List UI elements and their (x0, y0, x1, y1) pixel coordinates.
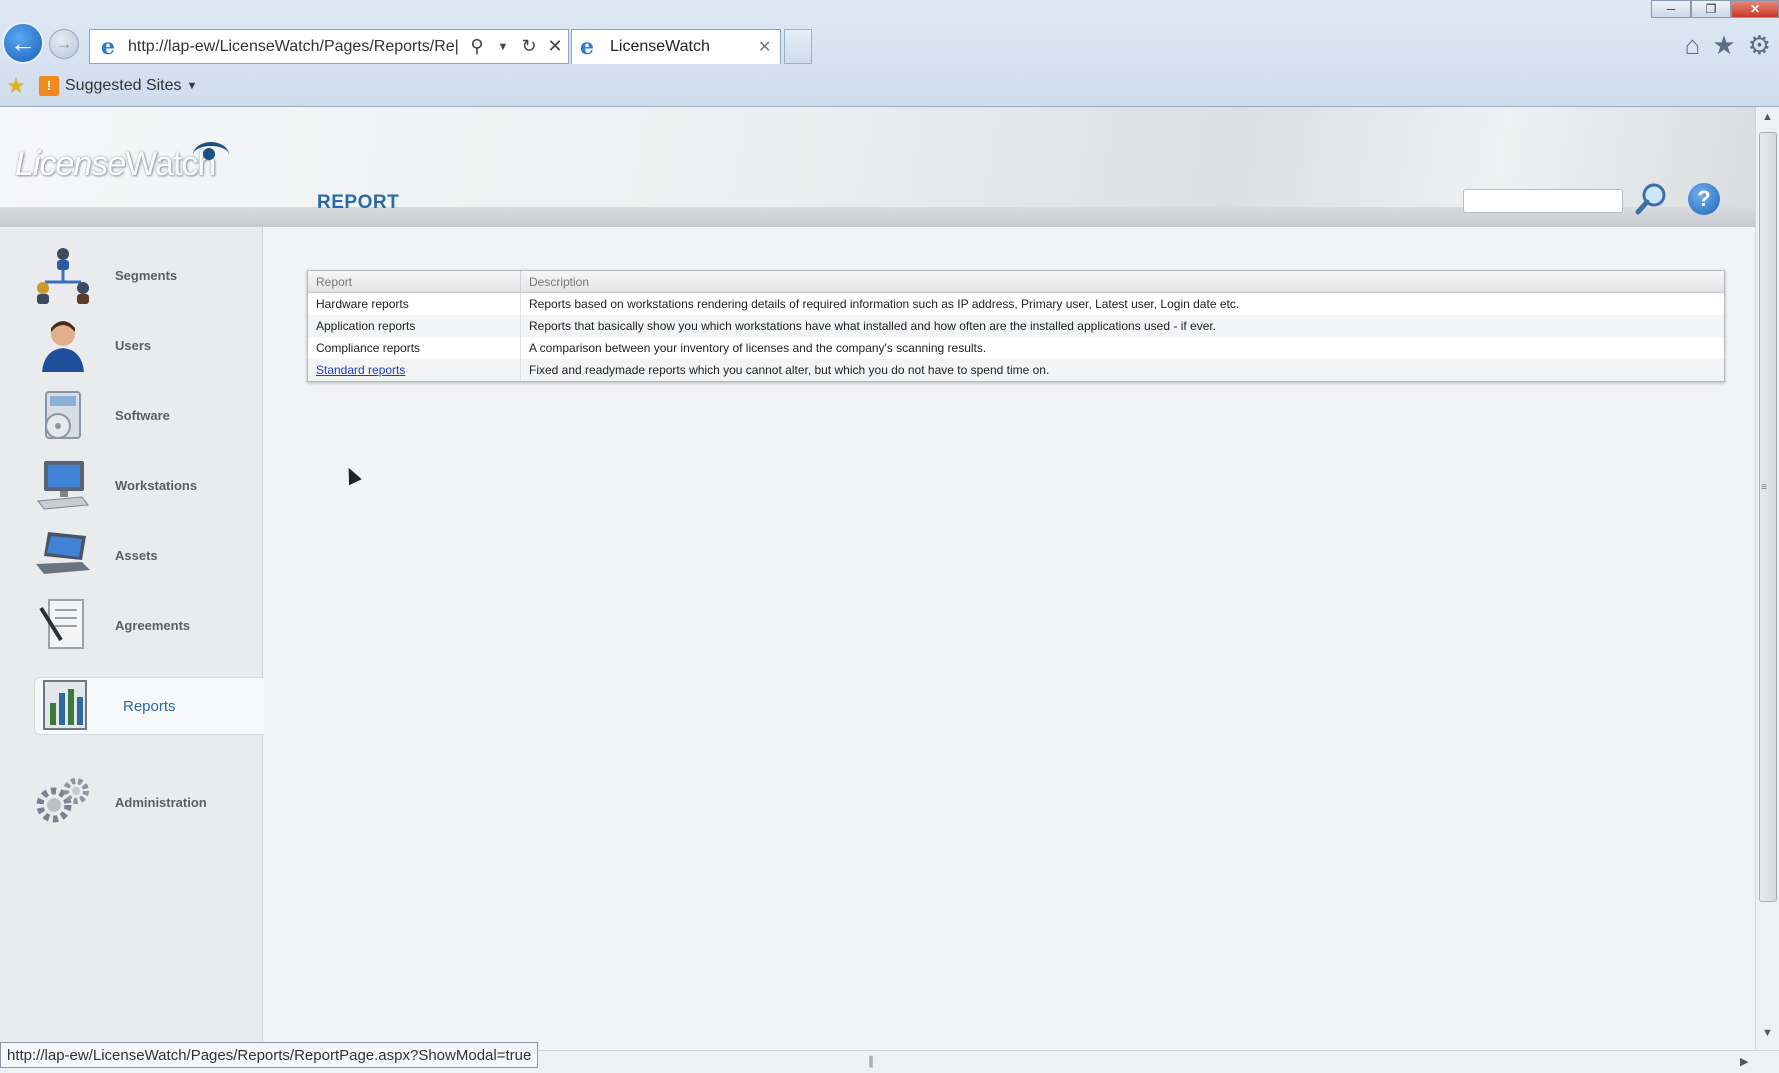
reports-icon (35, 679, 95, 733)
stop-icon[interactable]: ✕ (542, 36, 568, 57)
table-row[interactable]: Hardware reports Reports based on workst… (308, 293, 1724, 315)
scroll-grip-icon: ∥ (868, 1054, 874, 1068)
favorites-star-icon[interactable]: ★ (1712, 30, 1735, 61)
standard-reports-link[interactable]: Standard reports (316, 363, 405, 377)
app-header: LicenseWatch REPORT ? (0, 107, 1755, 227)
report-table: Report Description Hardware reports Repo… (307, 270, 1725, 382)
scroll-up-icon[interactable]: ▲ (1762, 111, 1773, 123)
sidebar-item-agreements[interactable]: Agreements (33, 595, 263, 655)
suggested-sites-icon: ! (39, 76, 59, 96)
search-icon[interactable]: ⚲ (464, 36, 490, 57)
table-row[interactable]: Standard reports Fixed and readymade rep… (308, 359, 1724, 381)
window-controls: ─ ❐ ✕ (1651, 0, 1779, 18)
sidebar-item-workstations[interactable]: Workstations (33, 455, 263, 515)
eye-logo-icon (193, 142, 229, 168)
address-url[interactable]: http://lap-ew/LicenseWatch/Pages/Reports… (128, 38, 464, 56)
scroll-right-icon[interactable]: ▶ (1740, 1055, 1748, 1068)
sidebar-item-reports[interactable]: Reports (34, 677, 264, 735)
chevron-down-icon[interactable]: ▼ (187, 80, 198, 92)
column-header-description[interactable]: Description (521, 271, 1724, 292)
status-bar-url: http://lap-ew/LicenseWatch/Pages/Reports… (0, 1042, 539, 1068)
report-name[interactable]: Hardware reports (308, 293, 521, 315)
sidebar-item-label: Administration (115, 794, 207, 810)
software-icon (33, 388, 93, 442)
sidebar-item-label: Agreements (115, 617, 191, 633)
search-input[interactable] (1463, 189, 1623, 213)
tab-licensewatch[interactable]: e LicenseWatch ✕ (571, 29, 781, 64)
report-description: Reports that basically show you which wo… (529, 319, 1217, 333)
browser-tool-icons: ⌂ ★ ⚙ (1685, 30, 1771, 61)
magnifier-search-icon[interactable] (1634, 181, 1670, 217)
table-header: Report Description (308, 271, 1724, 293)
administration-icon (33, 775, 93, 829)
logo-license-text: License (15, 145, 126, 183)
favorites-add-icon[interactable]: ★ (3, 73, 29, 99)
browser-chrome: ← → e http://lap-ew/LicenseWatch/Pages/R… (0, 0, 1779, 107)
refresh-icon[interactable]: ↻ (516, 36, 542, 57)
vertical-scrollbar[interactable]: ▲ ≡ ▼ (1755, 107, 1779, 1050)
sidebar-item-administration[interactable]: Administration (33, 772, 263, 832)
scroll-down-icon[interactable]: ▼ (1762, 1027, 1773, 1039)
sidebar-item-label: Segments (115, 267, 178, 283)
sidebar-item-assets[interactable]: Assets (33, 525, 263, 585)
address-bar[interactable]: e http://lap-ew/LicenseWatch/Pages/Repor… (89, 29, 569, 64)
favorites-bar: ★ ! Suggested Sites ▼ (0, 68, 197, 104)
suggested-sites-label[interactable]: Suggested Sites (65, 77, 182, 95)
sidebar-item-label: Workstations (115, 477, 198, 493)
help-icon[interactable]: ? (1688, 183, 1720, 215)
back-arrow-icon: ← (10, 27, 36, 58)
browser-toolbar: ← → e http://lap-ew/LicenseWatch/Pages/R… (0, 0, 1779, 64)
scroll-grip-icon: ≡ (1761, 482, 1767, 493)
forward-arrow-icon: → (55, 34, 73, 53)
sidebar-item-users[interactable]: Users (33, 315, 263, 375)
close-window-button[interactable]: ✕ (1731, 0, 1779, 18)
users-icon (33, 318, 93, 372)
forward-button[interactable]: → (49, 29, 79, 59)
sidebar-item-segments[interactable]: Segments (33, 245, 263, 305)
dropdown-caret-icon[interactable]: ▼ (490, 41, 516, 53)
close-tab-icon[interactable]: ✕ (758, 37, 780, 57)
restore-button[interactable]: ❐ (1691, 0, 1731, 18)
table-row[interactable]: Compliance reports A comparison between … (308, 337, 1724, 359)
sidebar-item-label: Users (115, 337, 152, 353)
gear-icon[interactable]: ⚙ (1748, 30, 1771, 61)
tab-title: LicenseWatch (610, 38, 710, 55)
assets-icon (33, 528, 93, 582)
page-title: REPORT (317, 192, 400, 213)
vertical-scroll-thumb[interactable] (1759, 132, 1777, 902)
report-description: Reports based on workstations rendering … (529, 297, 1240, 311)
table-row[interactable]: Application reports Reports that basical… (308, 315, 1724, 337)
sidebar-item-label: Software (115, 407, 170, 423)
new-tab-button[interactable] (784, 29, 812, 64)
workstations-icon (33, 458, 93, 512)
minimize-button[interactable]: ─ (1651, 0, 1691, 18)
report-name[interactable]: Compliance reports (308, 337, 521, 359)
table-body: Hardware reports Reports based on workst… (308, 293, 1724, 381)
column-header-report[interactable]: Report (308, 271, 521, 292)
agreements-icon (33, 598, 93, 652)
mouse-cursor-icon (342, 464, 362, 486)
back-button[interactable]: ← (2, 22, 44, 64)
home-icon[interactable]: ⌂ (1685, 30, 1701, 61)
report-description: Fixed and readymade reports which you ca… (529, 363, 1050, 377)
ie-tab-icon: e (580, 34, 594, 60)
segments-icon (33, 248, 93, 304)
sidebar-item-software[interactable]: Software (33, 385, 263, 445)
licensewatch-logo: LicenseWatch (15, 145, 216, 184)
report-description: A comparison between your inventory of l… (529, 341, 987, 355)
sidebar-item-label: Reports (123, 697, 176, 715)
ie-logo-icon: e (101, 33, 115, 60)
sidebar-item-label: Assets (115, 547, 158, 563)
report-name[interactable]: Application reports (308, 315, 521, 337)
app-page: LicenseWatch REPORT ? Segments Users Sof… (0, 107, 1755, 1050)
sidebar: Segments Users Software Workstations Ass… (0, 227, 264, 1050)
report-name-cell: Standard reports (308, 359, 521, 381)
